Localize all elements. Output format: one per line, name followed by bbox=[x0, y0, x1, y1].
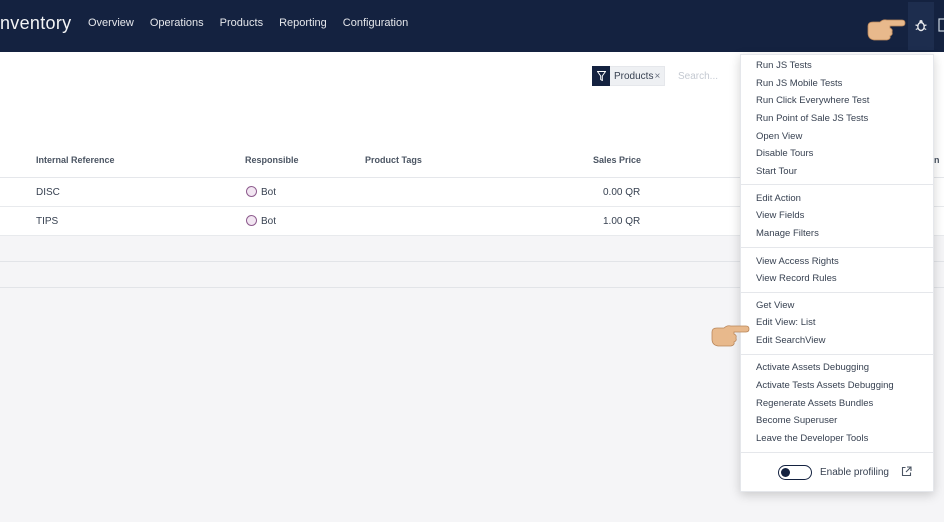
top-navbar: nventory Overview Operations Products Re… bbox=[0, 0, 944, 52]
cell-responsible: Bot bbox=[261, 187, 277, 198]
profiling-toggle[interactable] bbox=[778, 465, 812, 480]
menu-item-regenerate-assets-bundles[interactable]: Regenerate Assets Bundles bbox=[756, 398, 873, 409]
menu-item-view-fields[interactable]: View Fields bbox=[756, 210, 804, 221]
menu-item-edit-view-list[interactable]: Edit View: List bbox=[756, 317, 816, 328]
search-facet[interactable]: Products× bbox=[592, 66, 666, 86]
external-link-icon[interactable] bbox=[901, 466, 912, 477]
menu-item-edit-searchview[interactable]: Edit SearchView bbox=[756, 335, 826, 346]
menu-item-activate-assets-debugging[interactable]: Activate Assets Debugging bbox=[756, 362, 869, 373]
cell-sales-price: 1.00 QR bbox=[603, 216, 641, 227]
filter-icon bbox=[592, 66, 610, 86]
nav-overview[interactable]: Overview bbox=[88, 17, 134, 29]
facet-remove-button[interactable]: × bbox=[654, 71, 660, 82]
menu-item-start-tour[interactable]: Start Tour bbox=[756, 166, 797, 177]
menu-item-become-superuser[interactable]: Become Superuser bbox=[756, 415, 837, 426]
menu-item-run-js-mobile-tests[interactable]: Run JS Mobile Tests bbox=[756, 78, 842, 89]
menu-item-disable-tours[interactable]: Disable Tours bbox=[756, 148, 813, 159]
menu-item-activate-tests-assets-debugging[interactable]: Activate Tests Assets Debugging bbox=[756, 380, 894, 391]
app-title[interactable]: nventory bbox=[0, 13, 71, 34]
facet-label: Products× bbox=[610, 66, 666, 86]
column-sales-price[interactable]: Sales Price bbox=[593, 155, 641, 165]
menu-divider bbox=[741, 247, 933, 248]
profiling-label: Enable profiling bbox=[820, 467, 889, 478]
menu-divider bbox=[741, 452, 933, 453]
column-internal-reference[interactable]: Internal Reference bbox=[36, 155, 115, 165]
search-input[interactable]: Search... bbox=[668, 66, 748, 86]
menu-item-run-pos-js-tests[interactable]: Run Point of Sale JS Tests bbox=[756, 113, 868, 124]
topbar-partial-icon[interactable] bbox=[938, 16, 944, 34]
facet-text: Products bbox=[614, 71, 654, 82]
nav-reporting[interactable]: Reporting bbox=[279, 17, 327, 29]
menu-item-view-record-rules[interactable]: View Record Rules bbox=[756, 273, 837, 284]
cell-internal-reference: TIPS bbox=[36, 216, 59, 227]
menu-divider bbox=[741, 354, 933, 355]
main-nav: Overview Operations Products Reporting C… bbox=[88, 17, 424, 29]
nav-configuration[interactable]: Configuration bbox=[343, 17, 408, 29]
pointing-hand-icon bbox=[711, 325, 750, 347]
menu-item-open-view[interactable]: Open View bbox=[756, 131, 802, 142]
column-product-tags[interactable]: Product Tags bbox=[365, 155, 422, 165]
menu-divider bbox=[741, 292, 933, 293]
debug-menu-button[interactable] bbox=[908, 2, 934, 50]
toggle-knob bbox=[781, 468, 790, 477]
debug-dropdown-menu: Run JS Tests Run JS Mobile Tests Run Cli… bbox=[740, 54, 934, 492]
avatar bbox=[246, 215, 257, 226]
column-cut-off[interactable]: n bbox=[934, 155, 940, 165]
menu-item-run-click-everywhere-test[interactable]: Run Click Everywhere Test bbox=[756, 95, 869, 106]
menu-item-view-access-rights[interactable]: View Access Rights bbox=[756, 256, 839, 267]
column-responsible[interactable]: Responsible bbox=[245, 155, 299, 165]
menu-item-run-js-tests[interactable]: Run JS Tests bbox=[756, 60, 812, 71]
menu-divider bbox=[741, 184, 933, 185]
menu-item-leave-developer-tools[interactable]: Leave the Developer Tools bbox=[756, 433, 868, 444]
nav-operations[interactable]: Operations bbox=[150, 17, 204, 29]
cell-responsible: Bot bbox=[261, 216, 277, 227]
cell-internal-reference: DISC bbox=[36, 187, 60, 198]
avatar bbox=[246, 186, 257, 197]
bug-icon bbox=[915, 20, 927, 32]
menu-item-manage-filters[interactable]: Manage Filters bbox=[756, 228, 819, 239]
cell-sales-price: 0.00 QR bbox=[603, 187, 641, 198]
nav-products[interactable]: Products bbox=[220, 17, 263, 29]
pointing-hand-icon bbox=[867, 19, 906, 41]
menu-item-edit-action[interactable]: Edit Action bbox=[756, 193, 801, 204]
menu-item-get-view[interactable]: Get View bbox=[756, 300, 794, 311]
